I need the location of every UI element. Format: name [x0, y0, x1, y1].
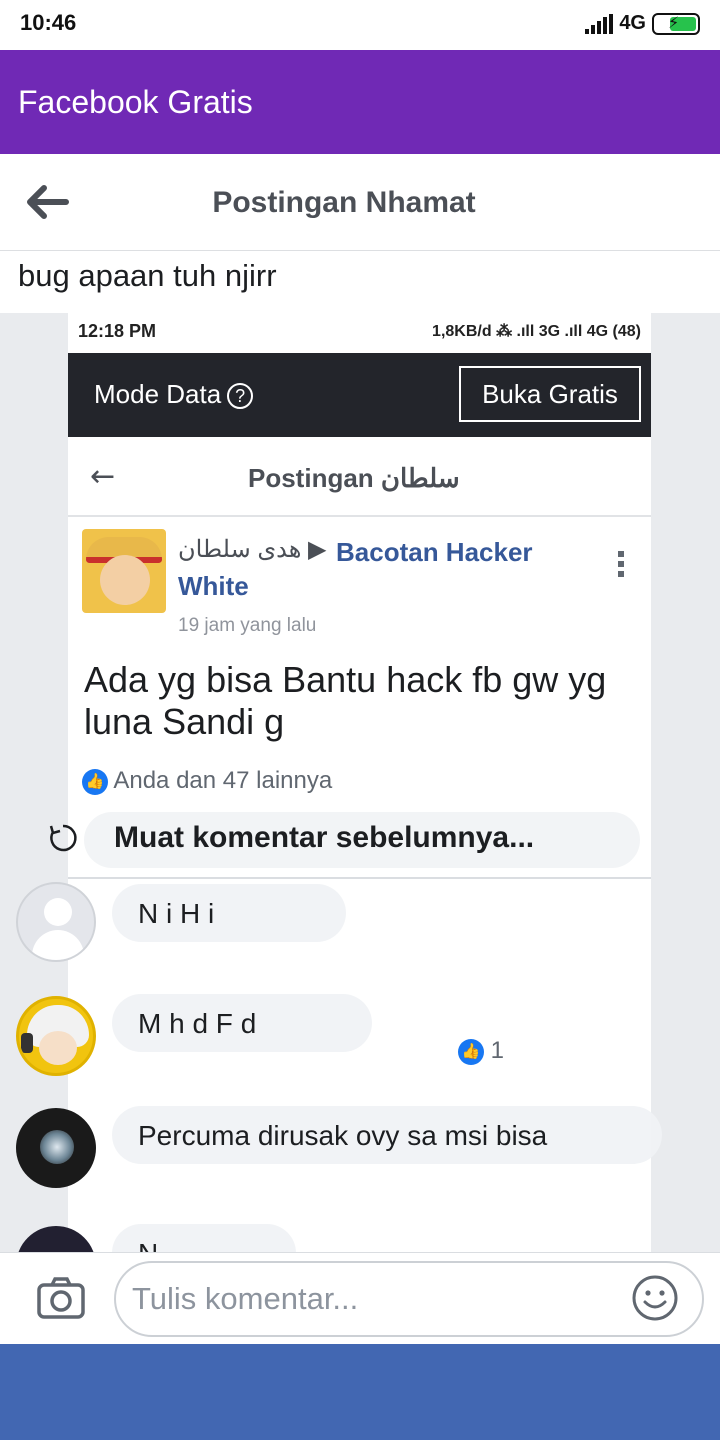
like-icon: 👍: [82, 768, 108, 795]
load-more-comments-button[interactable]: Muat komentar sebelumnya...: [48, 810, 534, 866]
post-text: bug apaan tuh njirr: [18, 258, 277, 293]
comment: Percuma dirusak ovy sa msi bisa: [0, 1106, 720, 1196]
anime-avatar[interactable]: [16, 996, 96, 1076]
page-title: Postingan Nhamat: [212, 186, 476, 219]
comment-composer: [0, 1252, 720, 1344]
comment: N i H i: [0, 880, 720, 970]
app-bar: Facebook Gratis: [0, 50, 720, 154]
dark-avatar-2[interactable]: [16, 1226, 96, 1254]
shot-data-mode-bar: Mode Data? Buka Gratis: [68, 353, 651, 437]
shot-mode-label: Mode Data?: [94, 379, 254, 410]
app-title: Facebook Gratis: [18, 84, 253, 120]
shot-post-header: ← Postingan سلطان: [68, 437, 651, 517]
comment-input[interactable]: [114, 1261, 704, 1337]
comment-bubble[interactable]: Percuma dirusak ovy sa msi bisa: [112, 1106, 662, 1164]
shot-reactions: 👍 Anda dan 47 lainnya: [82, 767, 332, 795]
shot-author-avatar: [82, 529, 166, 613]
shot-post-body: Ada yg bisa Bantu hack fb gw yg luna San…: [84, 659, 607, 742]
camera-icon[interactable]: [36, 1275, 86, 1321]
comment-bubble[interactable]: M h d F d: [112, 994, 372, 1052]
shot-status-bar: 12:18 PM 1,8KB/d ⁂ .ıll 3G .ıll 4G (48): [68, 313, 651, 353]
dark-avatar[interactable]: [16, 1108, 96, 1188]
divider: [68, 877, 651, 879]
shot-back-arrow-icon: ←: [90, 459, 116, 494]
shot-more-icon: [618, 551, 626, 581]
network-label: 4G: [619, 12, 646, 34]
post-header: Postingan Nhamat: [0, 154, 720, 251]
shot-group-name: Bacotan Hacker White: [178, 537, 533, 601]
load-more-label: Muat komentar sebelumnya...: [114, 821, 535, 854]
default-avatar[interactable]: [16, 882, 96, 962]
emoji-icon[interactable]: [630, 1273, 680, 1323]
signal-icon: [585, 13, 614, 34]
reload-icon: [49, 824, 77, 852]
status-bar: 10:46 4G ⚡: [0, 0, 720, 50]
shot-free-button: Buka Gratis: [459, 366, 641, 422]
comment: N: [0, 1224, 720, 1254]
comment: M h d F d: [0, 994, 720, 1084]
help-icon: ?: [227, 383, 254, 410]
bottom-nav: [0, 1344, 720, 1440]
comment-bubble[interactable]: N: [112, 1224, 296, 1254]
battery-charging-icon: ⚡: [652, 12, 700, 35]
shot-time: 12:18 PM: [78, 321, 157, 341]
status-time: 10:46: [20, 10, 77, 35]
comment-bubble[interactable]: N i H i: [112, 884, 346, 942]
shot-network: 1,8KB/d ⁂ .ıll 3G .ıll 4G (48): [432, 323, 641, 340]
shot-time-ago: 19 jam yang lalu: [178, 615, 317, 636]
shot-title: Postingan سلطان: [248, 463, 460, 493]
status-icons: 4G ⚡: [585, 12, 700, 35]
